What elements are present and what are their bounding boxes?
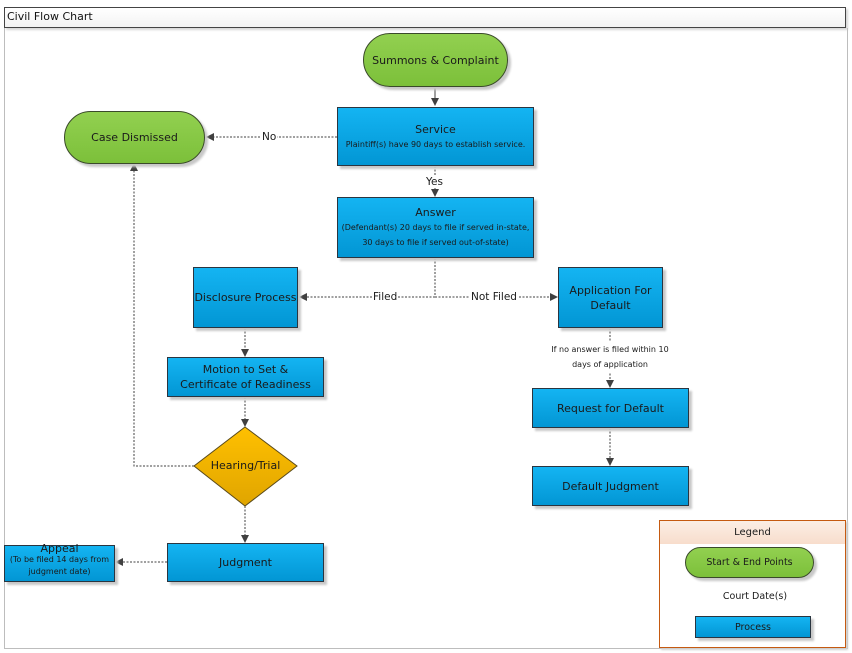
node-label: Summons & Complaint [372,53,499,67]
node-summons-complaint[interactable]: Summons & Complaint [363,33,508,87]
node-detail-line-2: 30 days to file if served out-of-state) [362,238,509,247]
legend-label: Process [734,621,772,633]
legend-label: Start & End Points [706,557,793,568]
node-detail: Plaintiff(s) have 90 days to establish s… [345,139,526,149]
legend-item-process: Process [695,616,811,638]
node-label-line-2: Default [590,298,631,312]
node-answer[interactable]: Answer (Defendant(s) 20 days to file if … [337,197,534,258]
node-label: Case Dismissed [91,131,178,144]
node-label: Request for Default [557,401,664,415]
node-label-line-2: Certificate of Readiness [180,378,311,391]
node-label: Disclosure Process [194,291,297,304]
node-label: Default Judgment [562,479,659,493]
node-label-line-1: Application For [569,283,652,297]
node-service[interactable]: Service Plaintiff(s) have 90 days to est… [337,107,534,166]
node-label-line-1: Motion to Set & [202,363,289,376]
node-request-for-default[interactable]: Request for Default [532,388,689,428]
legend-title: Legend [734,527,771,538]
legend-label: Court Date(s) [722,591,788,602]
node-detail-line-2: judgment date) [28,567,91,576]
node-application-for-default[interactable]: Application For Default [558,267,663,328]
node-appeal[interactable]: Appeal (To be filed 14 days from judgmen… [4,542,115,582]
node-motion-to-set[interactable]: Motion to Set & Certificate of Readiness [167,357,324,397]
default-note-line-2: days of application [572,360,648,369]
node-label: Answer [415,206,456,219]
node-label: Appeal [40,542,79,555]
node-label: Judgment [219,556,272,569]
legend-header: Legend [660,521,845,544]
node-case-dismissed[interactable]: Case Dismissed [64,111,205,164]
node-label: Service [415,122,456,136]
node-default-judgment[interactable]: Default Judgment [532,466,689,506]
default-note-line-1: If no answer is filed within 10 [551,345,669,354]
edge-label-not-filed: Not Filed [470,291,518,303]
node-detail-line-1: (Defendant(s) 20 days to file if served … [341,223,530,232]
default-timing-note: If no answer is filed within 10 days of … [546,342,674,372]
legend-item-court-dates: Court Date(s) [695,591,815,602]
edge-label-filed: Filed [372,291,399,303]
node-disclosure-process[interactable]: Disclosure Process [193,267,298,328]
edge-label-no: No [261,131,278,143]
node-hearing-trial[interactable]: Hearing/Trial [194,459,297,472]
edge-label-yes: Yes [425,176,444,188]
node-detail-line-1: (To be filed 14 days from [9,555,110,564]
node-judgment[interactable]: Judgment [167,543,324,582]
edge-hearing-dismissed [130,163,194,467]
legend-item-start-end: Start & End Points [685,547,814,578]
node-label: Hearing/Trial [210,459,281,472]
